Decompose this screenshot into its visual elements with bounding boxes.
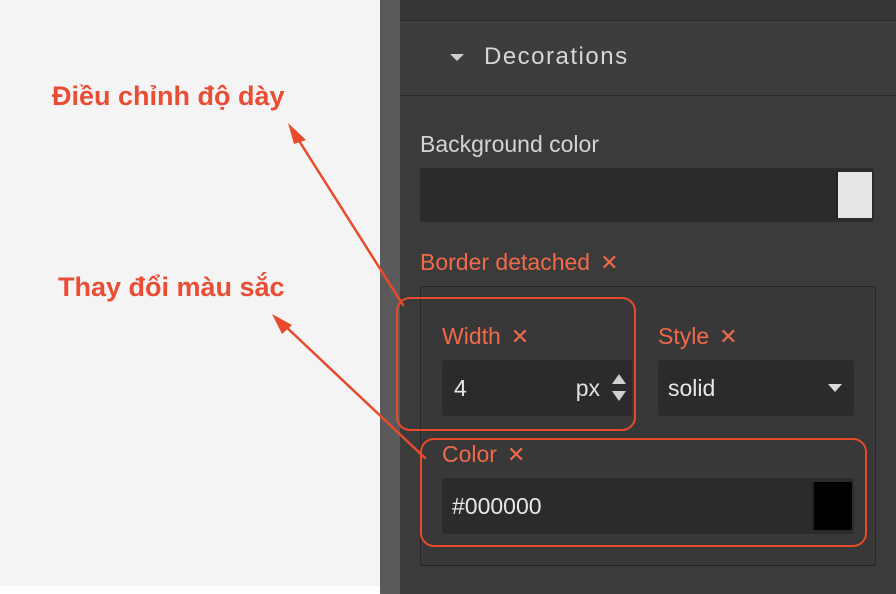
- panel-scrollbar[interactable]: [380, 0, 400, 594]
- border-detached-label: Border detached ✕: [420, 249, 619, 276]
- close-icon[interactable]: ✕: [600, 250, 618, 276]
- background-color-input[interactable]: [420, 168, 874, 222]
- style-select[interactable]: solid: [658, 360, 854, 416]
- annotation-adjust-width: Điều chỉnh độ dày: [52, 81, 285, 111]
- chevron-down-icon[interactable]: [828, 384, 842, 392]
- panel-top-band: [400, 0, 896, 21]
- width-callout-outline: [396, 297, 636, 431]
- decorations-section-header[interactable]: Decorations: [400, 21, 896, 96]
- caret-down-icon[interactable]: [450, 54, 464, 61]
- canvas-bottom-edge: [0, 586, 380, 594]
- annotation-change-color: Thay đổi màu sắc: [58, 272, 285, 302]
- style-value: solid: [668, 375, 716, 401]
- style-label: Style ✕: [658, 323, 738, 350]
- close-icon[interactable]: ✕: [719, 324, 737, 350]
- background-color-swatch[interactable]: [836, 172, 872, 218]
- border-detached-text: Border detached: [420, 249, 591, 275]
- style-label-text: Style: [658, 323, 710, 349]
- section-title: Decorations: [484, 43, 629, 70]
- background-color-label: Background color: [420, 131, 599, 157]
- color-callout-outline: [420, 438, 867, 547]
